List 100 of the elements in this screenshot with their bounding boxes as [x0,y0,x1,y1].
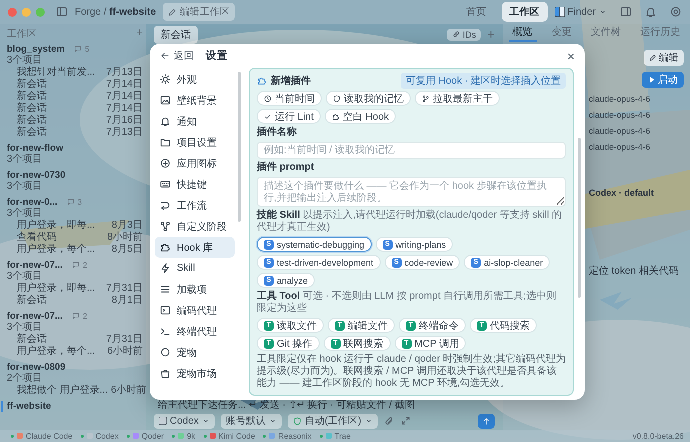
sidebar-toggle-icon[interactable] [56,6,68,18]
session-title[interactable]: 用户登录，每个... [17,346,96,358]
caret-icon [364,417,373,425]
scrollbar[interactable] [578,138,581,298]
session-time: 7月13日 [106,67,143,79]
preset-chip[interactable]: 读取我的记忆 [326,91,411,106]
session-title[interactable]: 我想针对当前发... [17,67,96,79]
name-field[interactable]: 例如:当前时间 / 读取我的记忆 [257,142,566,159]
preset-chip[interactable]: 当前时间 [257,91,322,106]
settings-icon[interactable] [670,6,682,18]
agent-name[interactable]: Reasonix [278,432,312,440]
chat-icon [72,312,80,320]
project-name[interactable]: for-new-07... [7,310,63,322]
scrollbar[interactable] [238,72,241,222]
panel-icon[interactable] [620,6,632,18]
agent-name[interactable]: 9k [187,432,196,440]
preset-chip[interactable]: 空白 Hook [324,109,396,124]
caret-icon [599,8,607,16]
session-count: 2 [82,260,88,270]
preset-chip[interactable]: 运行 Lint [257,109,321,124]
project-name[interactable]: for-new-07... [7,260,63,270]
sun-icon [160,74,171,85]
project-name[interactable]: for-new-flow [7,142,64,154]
section-label: 工具 Tool 可选 · 不选则由 LLM 按 prompt 自行调用所需工具;选中则限定为这些 [257,291,558,315]
nav-tab[interactable]: 工作区 [502,2,548,22]
settings-nav-item[interactable]: 工作流 [155,195,235,216]
session-title[interactable]: 新会话 [17,295,47,307]
session-title[interactable]: 用户登录，即每... [17,283,96,295]
agent-name[interactable]: Trae [334,432,351,440]
send-button[interactable] [478,414,495,428]
session-title[interactable]: 新会话 [17,91,47,103]
agent-name[interactable]: Kimi Code [218,432,256,440]
session-title[interactable]: 我想做个 用户登录... [17,385,108,397]
session-title[interactable]: 查看代码 [17,232,57,244]
list-icon [160,284,171,295]
quick-prompt[interactable]: 定位 token 相关代码 [589,264,680,278]
settings-nav-item[interactable]: 壁纸背景 [155,90,235,111]
settings-nav-item[interactable]: 快捷键 [155,174,235,195]
agent-label: Codex · default [589,188,654,198]
caret-icon [202,417,210,425]
ids-button[interactable]: IDs [446,28,482,40]
settings-nav-item[interactable]: 加载项 [155,279,235,300]
field-label: 插件名称 [257,127,298,139]
settings-nav-item[interactable]: 自定义阶段 [155,216,235,237]
code-window-icon [160,305,171,316]
close-button[interactable]: × [567,50,575,62]
finder-dropdown[interactable]: Finder [554,6,607,18]
session-title[interactable]: 用户登录，每个... [17,244,96,256]
account-dropdown[interactable]: 账号默认 [220,414,282,428]
settings-nav-item[interactable]: 编码代理 [155,300,235,321]
section-label: 技能 Skill 以提示注入,请代理运行时加载(claude/qoder 等支持 skill 的代理才真正生效) [257,210,564,234]
settings-nav-item[interactable]: 项目设置 [155,132,235,153]
note-text: 工具限定仅在 hook 运行于 claude / qoder 时强制生效;其它编码代理为提示级(尽力而为)。联网搜索 / MCP 调用还取决于该代理是否具备该能力 —— 建工作区阶段的 hook 无 MCP 环境,勾选无效。 [257,354,566,390]
agent-name[interactable]: Claude Code [26,432,73,440]
edit-button[interactable]: 编辑 [644,50,684,66]
agent-name[interactable]: Qoder [142,432,164,440]
start-button[interactable]: 启动 [642,72,684,88]
status-dot [263,434,266,438]
settings-nav-item[interactable]: 终端代理 [155,321,235,342]
nav-tab[interactable]: 首页 [458,2,495,22]
project-subtitle: 3个项目 [7,271,44,282]
session-title[interactable]: 新会话 [17,103,47,115]
version-label: v0.8.0-beta.26 [632,432,684,440]
session-title[interactable]: 新会话 [17,115,47,127]
settings-nav-item[interactable]: 宠物 [155,342,235,363]
edit-workspace-button[interactable]: 编辑工作区 [163,3,236,21]
session-time: 8小时前 [107,232,143,244]
agent-name[interactable]: Codex [96,432,119,440]
session-title[interactable]: 用户登录，即每... [17,220,96,232]
settings-nav-item[interactable]: 应用图标 [155,153,235,174]
dialog-title: 设置 [206,49,228,63]
message-field[interactable]: 给主代理下达任务... ↵ 发送 · ⇧↵ 换行 · 可粘贴文件 / 截图 [154,399,495,411]
session-title[interactable]: 新会话 [17,127,47,139]
project-name[interactable]: for-new-0... [7,196,58,208]
session-time: 8月5日 [112,244,143,256]
bell-icon[interactable] [645,6,657,18]
preset-chip[interactable]: 拉取最新主干 [415,91,500,106]
prompt-field[interactable]: 描述这个插件要做什么 —— 它会作为一个 hook 步骤在该位置执行,并把输出注入后续阶段。 [257,177,566,207]
project-name[interactable]: ff-website [1,400,52,412]
project-name[interactable]: blog_system [7,44,66,54]
settings-nav-item[interactable]: Hook 库 [155,237,235,258]
settings-nav-item[interactable]: 宠物市场 [155,363,235,384]
mode-dropdown[interactable]: 自动(工作区) [288,414,378,428]
settings-nav-item[interactable]: 外观 [155,69,235,90]
panel-tab[interactable]: 概览 [508,24,537,42]
expand-icon[interactable] [400,416,411,426]
session-title[interactable]: 新会话 [17,79,47,91]
arrow-left-icon [160,51,170,61]
settings-nav-item[interactable]: 通知 [155,111,235,132]
circle-icon [160,347,171,358]
status-dot [172,434,176,438]
back-button[interactable]: 返回 [160,49,194,63]
session-title[interactable]: 新会话 [17,334,47,346]
paperclip-icon[interactable] [384,416,395,426]
settings-nav-item[interactable]: Skill [155,258,235,279]
project-name[interactable]: for-new-0730 [7,170,66,180]
session-tab[interactable]: 新会话 [154,26,198,44]
nodes-icon [160,221,171,232]
project-name[interactable]: for-new-0809 [7,362,66,372]
agent-dropdown[interactable]: Codex [154,414,215,428]
